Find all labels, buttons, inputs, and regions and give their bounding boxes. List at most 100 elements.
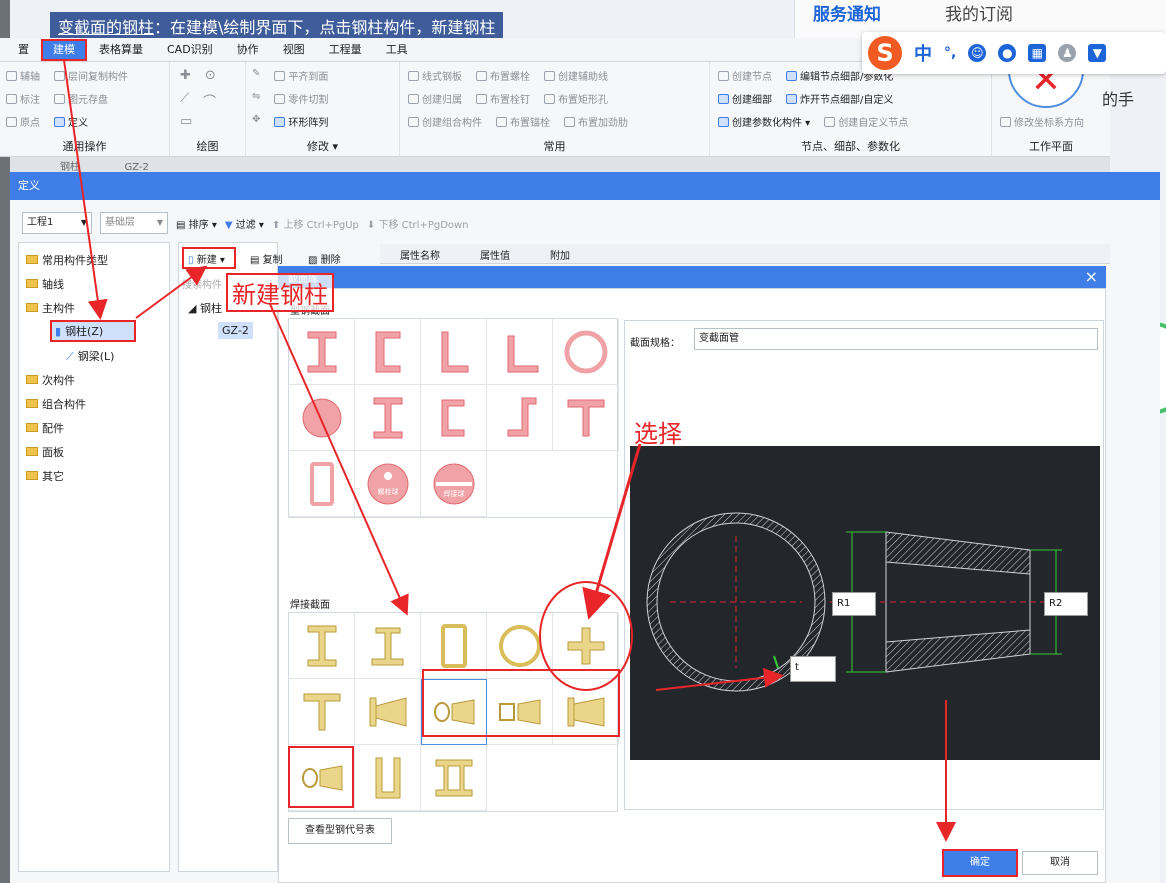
- aux-axis-button[interactable]: 辅轴: [6, 68, 40, 83]
- menu-item-table-quantity[interactable]: 表格算量: [87, 39, 155, 61]
- section-angle[interactable]: [421, 319, 487, 385]
- sort-button[interactable]: ▤ 排序 ▾: [176, 216, 217, 231]
- part-cut-button[interactable]: 零件切割: [274, 91, 328, 106]
- tree-item-axis[interactable]: 轴线: [26, 276, 64, 292]
- section-z[interactable]: [487, 385, 553, 451]
- change-coordinate-button[interactable]: 修改坐标系方向: [1000, 114, 1084, 129]
- close-icon[interactable]: ×: [1085, 267, 1098, 286]
- create-detail-button[interactable]: 创建细部: [718, 91, 772, 106]
- pencil-icon[interactable]: ✎: [252, 68, 260, 83]
- search-input[interactable]: 搜索构件: [182, 276, 222, 291]
- copy-between-floors-button[interactable]: 层间复制构件: [54, 68, 128, 83]
- place-bolt-button[interactable]: 布置螺栓: [476, 68, 530, 83]
- filter-button[interactable]: ▼ 过滤 ▾: [225, 216, 264, 231]
- copy-button[interactable]: ▤ 复制: [250, 251, 283, 266]
- ime-punctuation-toggle[interactable]: °,: [944, 45, 956, 61]
- weld-section-u[interactable]: [355, 745, 421, 811]
- menu-item-cad-recognition[interactable]: CAD识别: [155, 39, 225, 61]
- menu-item-tools[interactable]: 工具: [374, 39, 420, 61]
- menu-item-view[interactable]: 视图: [271, 39, 317, 61]
- place-stud-button[interactable]: 布置栓钉: [476, 91, 530, 106]
- ribbon-group-label[interactable]: 修改 ▾: [246, 138, 399, 154]
- project-select[interactable]: 工程1 ▼: [22, 212, 92, 234]
- section-channel[interactable]: [355, 319, 421, 385]
- circle-point-icon[interactable]: ⊙: [205, 68, 216, 83]
- ime-language-toggle[interactable]: 中: [914, 40, 932, 66]
- move-icon[interactable]: ✥: [252, 114, 260, 129]
- section-pipe[interactable]: [553, 319, 619, 385]
- skin-shirt-icon[interactable]: ▼: [1088, 44, 1107, 62]
- tree-item-combined[interactable]: 组合构件: [26, 396, 86, 412]
- combo-component-button[interactable]: 创建组合构件: [408, 114, 482, 129]
- menu-item-settings[interactable]: 置: [6, 39, 41, 61]
- polyline-icon[interactable]: ⟋: [180, 91, 189, 110]
- tree-item-common-types[interactable]: 常用构件类型: [26, 252, 108, 268]
- double-i-icon: [435, 759, 472, 796]
- aux-line-button[interactable]: 创建辅助线: [544, 68, 608, 83]
- dimension-button[interactable]: 标注: [6, 91, 40, 106]
- origin-button[interactable]: 原点: [6, 114, 40, 129]
- section-bolt-ball[interactable]: 螺栓球: [355, 451, 421, 517]
- create-parametric-button[interactable]: 创建参数化构件 ▾: [718, 114, 810, 129]
- anchor-bolt-button[interactable]: 布置锚栓: [496, 114, 550, 129]
- rect-hole-button[interactable]: 布置矩形孔: [544, 91, 608, 106]
- weld-section-i[interactable]: [289, 613, 355, 679]
- emoji-icon[interactable]: ☺: [968, 44, 987, 62]
- tree-item-steel-beam[interactable]: ⟋ 钢梁(L): [66, 348, 114, 364]
- section-h-beam[interactable]: [355, 385, 421, 451]
- tab-my-subscription[interactable]: 我的订阅: [945, 0, 1013, 25]
- microphone-icon[interactable]: ●: [998, 44, 1017, 62]
- ring-array-button[interactable]: 环形阵列: [274, 114, 328, 129]
- tree-item-steel-column[interactable]: ▮ 钢柱(Z): [50, 320, 136, 342]
- list-group-steel-column[interactable]: ◢ 钢柱: [188, 300, 222, 316]
- tree-item-secondary[interactable]: 次构件: [26, 372, 75, 388]
- line-plate-button[interactable]: 线式钢板: [408, 68, 462, 83]
- section-i-beam[interactable]: [289, 319, 355, 385]
- flush-face-button[interactable]: 平齐到面: [274, 68, 328, 83]
- arc-icon[interactable]: ⌒: [203, 91, 216, 110]
- weld-section-i-unequal[interactable]: [355, 613, 421, 679]
- mirror-icon[interactable]: ⇋: [252, 91, 260, 106]
- delete-button[interactable]: ▧ 删除: [308, 251, 341, 266]
- section-t[interactable]: [553, 385, 619, 451]
- move-down-button[interactable]: ⬇ 下移 Ctrl+PgDown: [367, 216, 469, 231]
- dimension-r1-input[interactable]: R1: [832, 592, 876, 616]
- cancel-button[interactable]: 取消: [1022, 851, 1098, 875]
- explode-node-button[interactable]: 炸开节点细部/自定义: [786, 91, 893, 106]
- move-up-button[interactable]: ⬆ 上移 Ctrl+PgUp: [272, 216, 359, 231]
- tree-item-accessories[interactable]: 配件: [26, 420, 64, 436]
- define-button[interactable]: 定义: [54, 114, 88, 129]
- ok-button[interactable]: 确定: [942, 849, 1018, 877]
- weld-section-tapered-i[interactable]: [355, 679, 421, 745]
- section-channel-lipped[interactable]: [421, 385, 487, 451]
- custom-node-button[interactable]: 创建自定义节点: [824, 114, 908, 129]
- weld-section-double-i[interactable]: [421, 745, 487, 811]
- menu-item-modeling[interactable]: 建模: [41, 38, 87, 61]
- dimension-r2-input[interactable]: R2: [1044, 592, 1088, 616]
- section-unequal-angle[interactable]: [487, 319, 553, 385]
- keyboard-icon[interactable]: ▦: [1028, 44, 1047, 62]
- section-round-bar[interactable]: [289, 385, 355, 451]
- menu-item-quantity[interactable]: 工程量: [317, 39, 374, 61]
- tree-item-other[interactable]: 其它: [26, 468, 64, 484]
- element-storage-button[interactable]: 图元存盘: [54, 91, 108, 106]
- view-code-table-button[interactable]: 查看型钢代号表: [288, 818, 392, 844]
- create-ownership-button[interactable]: 创建归属: [408, 91, 462, 106]
- user-icon[interactable]: ♟: [1058, 44, 1077, 62]
- menu-item-collaboration[interactable]: 协作: [225, 39, 271, 61]
- weld-section-t[interactable]: [289, 679, 355, 745]
- dimension-t-input[interactable]: t: [790, 656, 836, 682]
- rectangle-icon[interactable]: ▭: [180, 114, 192, 129]
- list-item-gz2[interactable]: GZ-2: [218, 322, 253, 339]
- document-tab[interactable]: 钢柱 GZ-2: [60, 158, 149, 173]
- tab-service-notice[interactable]: 服务通知: [813, 0, 881, 25]
- sogou-logo-icon[interactable]: S: [868, 36, 902, 70]
- line-icon[interactable]: ✚: [180, 68, 191, 83]
- create-node-button[interactable]: 创建节点: [718, 68, 772, 83]
- section-rect-tube[interactable]: [289, 451, 355, 517]
- section-weld-ball[interactable]: 焊接球: [421, 451, 487, 517]
- tree-item-main-components[interactable]: 主构件: [26, 300, 75, 316]
- floor-select[interactable]: 基础层 ▼: [100, 212, 168, 234]
- tree-item-panel[interactable]: 面板: [26, 444, 64, 460]
- stiffener-button[interactable]: 布置加劲肋: [564, 114, 628, 129]
